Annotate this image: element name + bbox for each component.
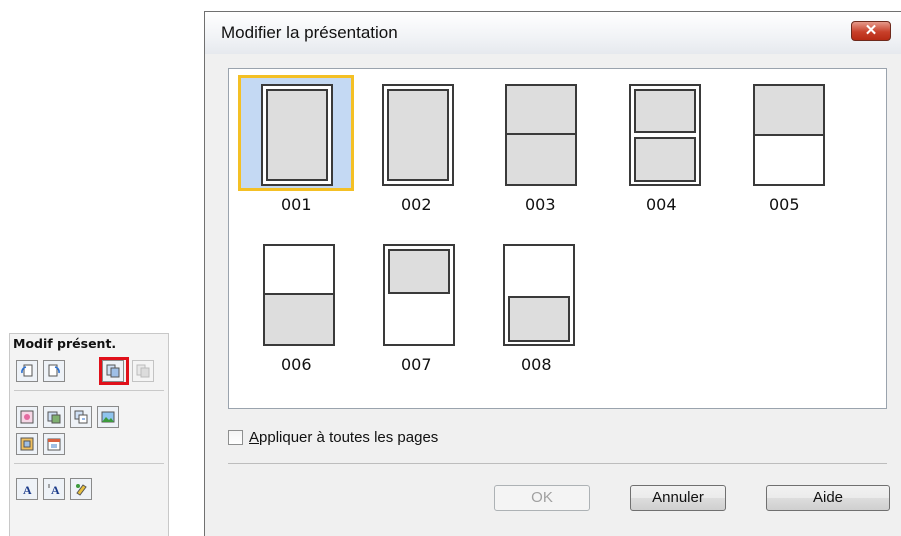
photo-slot [505, 84, 577, 135]
photo-slot [263, 293, 335, 346]
palette-title: Modif présent. [13, 336, 117, 351]
photo-slot [388, 249, 450, 294]
layout-list: 001 002 003 004 005 006 007 008 [228, 68, 887, 409]
layout-thumbnail [753, 84, 825, 186]
add-image-icon [47, 411, 61, 424]
text-icon: A [23, 483, 32, 496]
photo-slot [266, 89, 328, 181]
apply-all-pages-label: Appliquer à toutes les pages [249, 429, 439, 446]
vertical-text-icon: A [48, 483, 60, 496]
layout-thumbnail [503, 244, 575, 346]
background-button[interactable] [16, 406, 38, 428]
add-image-button[interactable] [43, 406, 65, 428]
svg-text:A: A [23, 483, 32, 496]
layout-item-006[interactable]: 006 [229, 229, 349, 379]
paint-icon [76, 484, 87, 496]
layout-thumbnail [505, 84, 577, 186]
layout-thumbnail [383, 244, 455, 346]
svg-text:A: A [51, 483, 60, 496]
help-button[interactable]: Aide [766, 485, 890, 511]
photo-icon [101, 411, 115, 423]
background-icon [20, 410, 34, 424]
photo-slot [634, 89, 696, 133]
cancel-button[interactable]: Annuler [630, 485, 726, 511]
highlight-box [99, 357, 129, 385]
photo-slot [505, 133, 577, 186]
dialog-title: Modifier la présentation [221, 23, 398, 42]
swap-image-button[interactable] [70, 406, 92, 428]
frame-button[interactable] [16, 433, 38, 455]
photo-slot [753, 84, 825, 136]
layout-option-button[interactable] [132, 360, 154, 382]
frame-icon [20, 437, 34, 451]
layout-item-004[interactable]: 004 [589, 69, 709, 219]
apply-all-pages-checkbox[interactable] [228, 430, 243, 445]
layout-label: 005 [769, 195, 800, 214]
text-button[interactable]: A [16, 478, 38, 500]
divider [228, 463, 887, 464]
photo-button[interactable] [97, 406, 119, 428]
palette-divider [14, 463, 164, 464]
date-button[interactable] [43, 433, 65, 455]
layout-option-icon [136, 364, 150, 378]
layout-label: 008 [521, 355, 552, 374]
close-button[interactable]: ✕ [851, 21, 891, 41]
photo-slot [387, 89, 449, 181]
layout-thumbnail [629, 84, 701, 186]
layout-item-008[interactable]: 008 [469, 229, 589, 379]
palette-divider [14, 390, 164, 391]
layout-item-001[interactable]: 001 [229, 69, 354, 219]
change-layout-dialog: Modifier la présentation ✕ 001 002 003 0… [204, 11, 901, 536]
layout-thumbnail [382, 84, 454, 186]
ok-button[interactable]: OK [494, 485, 590, 511]
date-icon [47, 438, 61, 451]
layout-item-002[interactable]: 002 [349, 69, 469, 219]
layout-thumbnail [263, 244, 335, 346]
rotate-right-button[interactable] [43, 360, 65, 382]
vertical-text-button[interactable]: A [43, 478, 65, 500]
close-icon: ✕ [864, 22, 878, 39]
photo-slot [634, 137, 696, 182]
layout-item-007[interactable]: 007 [349, 229, 469, 379]
photo-slot [508, 296, 570, 342]
layout-thumbnail [261, 84, 333, 186]
rotate-left-button[interactable] [16, 360, 38, 382]
rotate-left-icon [21, 364, 33, 377]
dialog-titlebar: Modifier la présentation ✕ [205, 12, 901, 54]
layout-item-003[interactable]: 003 [469, 69, 589, 219]
rotate-right-icon [48, 364, 60, 377]
layout-item-005[interactable]: 005 [709, 69, 829, 219]
swap-image-icon [74, 410, 88, 424]
layout-palette: Modif présent. A A [9, 333, 169, 536]
fill-button[interactable] [70, 478, 92, 500]
